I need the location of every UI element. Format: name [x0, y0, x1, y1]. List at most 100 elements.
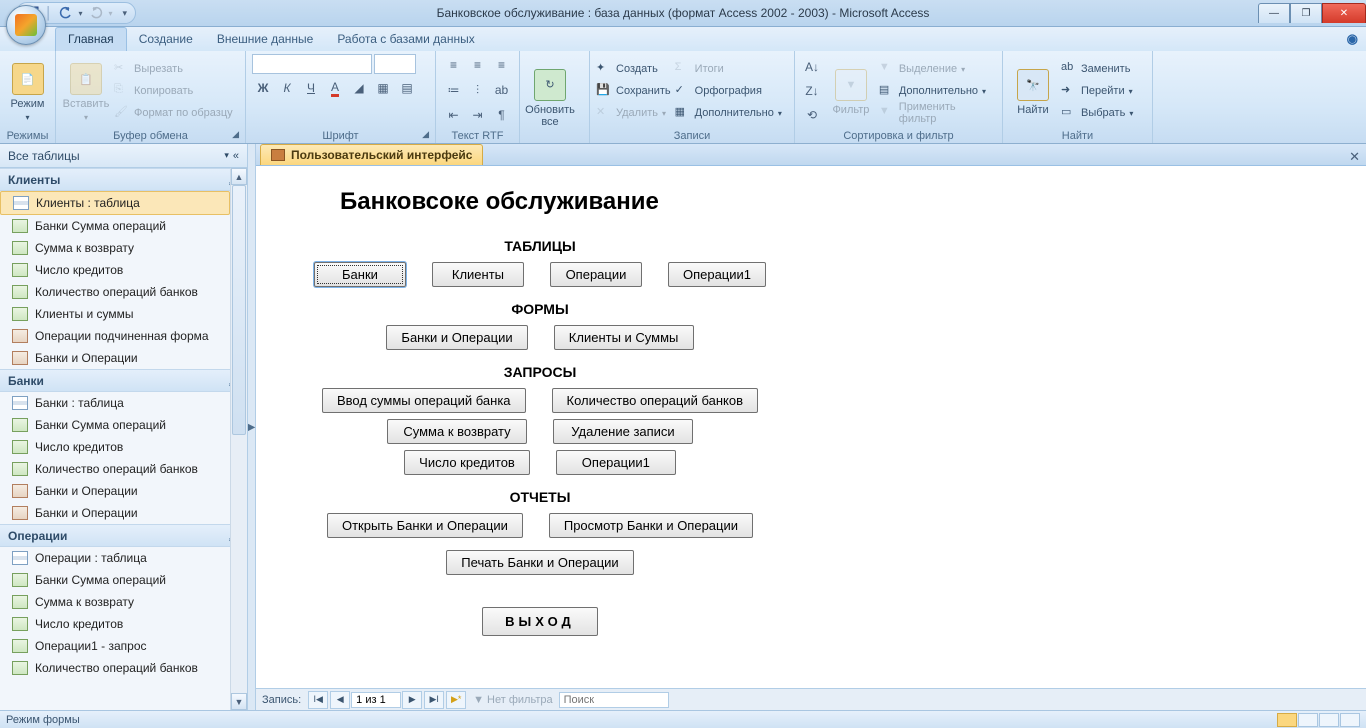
- tab-database-tools[interactable]: Работа с базами данных: [325, 28, 486, 51]
- btn-delete-record-query[interactable]: Удаление записи: [553, 419, 693, 444]
- btn-clients[interactable]: Клиенты: [432, 262, 524, 287]
- select-button[interactable]: ▭Выбрать▾: [1061, 102, 1133, 124]
- nav-item[interactable]: Операции подчиненная форма: [0, 325, 230, 347]
- tab-home[interactable]: Главная: [55, 27, 127, 51]
- refresh-all-button[interactable]: ↻Обновить все: [526, 62, 574, 132]
- gridlines-button[interactable]: ▦: [372, 77, 394, 99]
- nav-item[interactable]: Количество операций банков: [0, 281, 230, 303]
- last-record-button[interactable]: ▶I: [424, 691, 444, 709]
- nav-item[interactable]: Клиенты : таблица: [0, 191, 230, 215]
- font-color-button[interactable]: A: [324, 77, 346, 99]
- new-record-button[interactable]: ✦Создать: [596, 58, 671, 80]
- nav-item[interactable]: Сумма к возврату: [0, 591, 230, 613]
- next-record-button[interactable]: ▶: [402, 691, 422, 709]
- scroll-down-button[interactable]: ▼: [231, 693, 247, 710]
- nav-item[interactable]: Банки Сумма операций: [0, 215, 230, 237]
- btn-operations1-query[interactable]: Операции1: [556, 450, 676, 475]
- align-center-button[interactable]: ≡: [467, 54, 489, 76]
- office-button[interactable]: [6, 5, 46, 45]
- btn-preview-banks-ops-report[interactable]: Просмотр Банки и Операции: [549, 513, 753, 538]
- nav-item[interactable]: Клиенты и суммы: [0, 303, 230, 325]
- align-left-button[interactable]: ≡: [443, 54, 465, 76]
- qat-customize-icon[interactable]: ▾: [123, 8, 128, 19]
- btn-operations1[interactable]: Операции1: [668, 262, 766, 287]
- scroll-up-button[interactable]: ▲: [231, 168, 247, 185]
- undo-dropdown-icon[interactable]: ▾: [79, 9, 83, 18]
- nav-item[interactable]: Операции : таблица: [0, 547, 230, 569]
- datasheet-view-button[interactable]: [1298, 713, 1318, 727]
- help-icon[interactable]: ◉: [1347, 31, 1358, 47]
- number-list-button[interactable]: ≔: [443, 79, 465, 101]
- nav-item[interactable]: Число кредитов: [0, 436, 230, 458]
- nav-item[interactable]: Банки и Операции: [0, 502, 230, 524]
- btn-open-banks-ops-report[interactable]: Открыть Банки и Операции: [327, 513, 523, 538]
- maximize-button[interactable]: ❐: [1290, 3, 1322, 23]
- italic-button[interactable]: К: [276, 77, 298, 99]
- decrease-indent-button[interactable]: ⇤: [443, 104, 465, 126]
- form-view-button[interactable]: [1277, 713, 1297, 727]
- nav-item[interactable]: Количество операций банков: [0, 657, 230, 679]
- record-position-input[interactable]: [351, 692, 401, 708]
- spelling-button[interactable]: ✓Орфография: [675, 80, 782, 102]
- goto-button[interactable]: ➜Перейти▾: [1061, 80, 1133, 102]
- close-button[interactable]: ✕: [1322, 3, 1366, 23]
- nav-item[interactable]: Банки : таблица: [0, 392, 230, 414]
- btn-input-sum-query[interactable]: Ввод суммы операций банка: [322, 388, 526, 413]
- advanced-filter-button[interactable]: ▤Дополнительно▾: [879, 80, 996, 102]
- find-button[interactable]: 🔭Найти: [1009, 56, 1057, 126]
- dialog-launcher-icon[interactable]: ◢: [422, 129, 429, 140]
- btn-exit[interactable]: ВЫХОД: [482, 607, 598, 636]
- nav-item[interactable]: Число кредитов: [0, 613, 230, 635]
- nav-item[interactable]: Банки и Операции: [0, 347, 230, 369]
- nav-group-header[interactable]: Операции︽: [0, 524, 247, 547]
- record-search-input[interactable]: [559, 692, 669, 708]
- tab-create[interactable]: Создание: [127, 28, 205, 51]
- fill-color-button[interactable]: ◢: [348, 77, 370, 99]
- nav-group-header[interactable]: Клиенты︽: [0, 168, 247, 191]
- increase-indent-button[interactable]: ⇥: [467, 104, 489, 126]
- nav-group-header[interactable]: Банки︽: [0, 369, 247, 392]
- more-button[interactable]: ▦Дополнительно▾: [675, 102, 782, 124]
- alt-color-button[interactable]: ▤: [396, 77, 418, 99]
- underline-button[interactable]: Ч: [300, 77, 322, 99]
- nav-filter-dropdown-icon[interactable]: ▾: [224, 150, 229, 161]
- btn-credit-count-query[interactable]: Число кредитов: [404, 450, 530, 475]
- undo-icon[interactable]: [59, 6, 73, 20]
- splitter[interactable]: ▶: [248, 144, 256, 710]
- nav-item[interactable]: Банки Сумма операций: [0, 414, 230, 436]
- view-button[interactable]: 📄Режим▾: [6, 56, 49, 126]
- btn-banks-and-ops-form[interactable]: Банки и Операции: [386, 325, 527, 350]
- minimize-button[interactable]: —: [1258, 3, 1290, 23]
- new-record-nav-button[interactable]: ▶*: [446, 691, 466, 709]
- replace-button[interactable]: abЗаменить: [1061, 58, 1133, 80]
- nav-item[interactable]: Количество операций банков: [0, 458, 230, 480]
- btn-banks[interactable]: Банки: [314, 262, 406, 287]
- font-family-combo[interactable]: [252, 54, 372, 74]
- doc-tab-user-interface[interactable]: Пользовательский интерфейс: [260, 144, 483, 165]
- btn-sum-return-query[interactable]: Сумма к возврату: [387, 419, 527, 444]
- nav-item[interactable]: Операции1 - запрос: [0, 635, 230, 657]
- nav-collapse-icon[interactable]: «: [233, 150, 239, 162]
- btn-print-banks-ops-report[interactable]: Печать Банки и Операции: [446, 550, 633, 575]
- design-view-button[interactable]: [1340, 713, 1360, 727]
- bold-button[interactable]: Ж: [252, 77, 274, 99]
- btn-operations[interactable]: Операции: [550, 262, 642, 287]
- prev-record-button[interactable]: ◀: [330, 691, 350, 709]
- btn-clients-and-sums-form[interactable]: Клиенты и Суммы: [554, 325, 694, 350]
- tab-external-data[interactable]: Внешние данные: [205, 28, 326, 51]
- nav-item[interactable]: Сумма к возврату: [0, 237, 230, 259]
- first-record-button[interactable]: I◀: [308, 691, 328, 709]
- align-right-button[interactable]: ≡: [491, 54, 513, 76]
- highlight-button[interactable]: ab: [491, 79, 513, 101]
- nav-item[interactable]: Банки Сумма операций: [0, 569, 230, 591]
- scroll-thumb[interactable]: [232, 185, 246, 435]
- nav-pane-header[interactable]: Все таблицы ▾«: [0, 144, 247, 168]
- dialog-launcher-icon[interactable]: ◢: [232, 129, 239, 140]
- nav-item[interactable]: Число кредитов: [0, 259, 230, 281]
- font-size-combo[interactable]: [374, 54, 416, 74]
- layout-view-button[interactable]: [1319, 713, 1339, 727]
- bullet-list-button[interactable]: ⫶: [467, 79, 489, 101]
- ltr-button[interactable]: ¶: [491, 104, 513, 126]
- nav-scrollbar[interactable]: ▲ ▼: [230, 168, 247, 710]
- save-record-button[interactable]: 💾Сохранить: [596, 80, 671, 102]
